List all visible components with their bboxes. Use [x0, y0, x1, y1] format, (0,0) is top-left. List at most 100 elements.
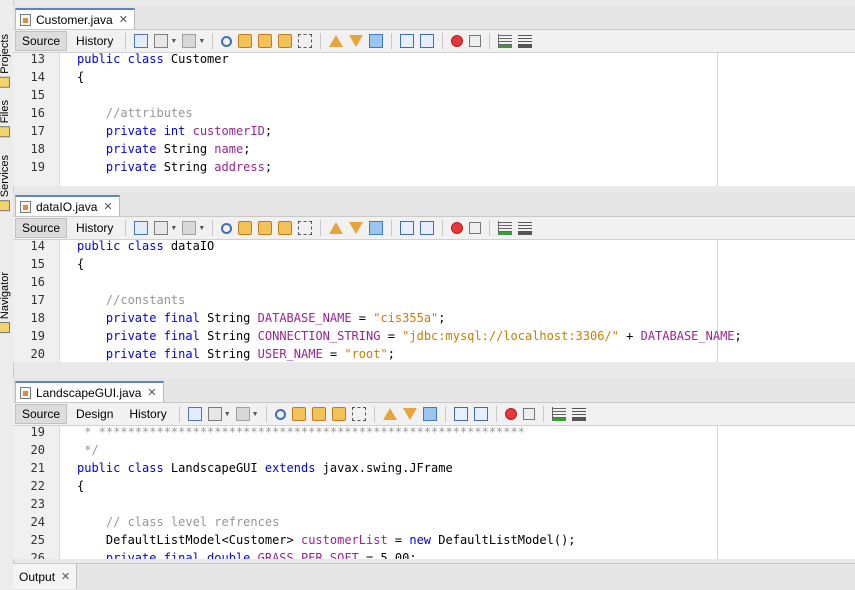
code-token: private final double [105, 551, 258, 559]
next-bookmark-icon[interactable] [349, 35, 364, 47]
toggle-highlight-icon[interactable] [331, 407, 346, 421]
back-icon[interactable] [134, 34, 149, 48]
start-macro-icon[interactable] [451, 35, 464, 47]
dropdown-arrow-icon[interactable]: ▼ [252, 411, 259, 418]
sidebar-tab-files[interactable]: Files [0, 100, 11, 138]
editor-toolbar: Source History ▼ ▼ [13, 30, 855, 53]
find-previous-icon[interactable] [238, 221, 253, 235]
find-icon[interactable] [221, 222, 233, 234]
comment-icon[interactable] [551, 407, 566, 421]
next-bookmark-icon[interactable] [349, 222, 364, 234]
code-text: public class LandscapeGUI extends javax.… [77, 459, 453, 477]
select-rectangle-icon[interactable] [298, 34, 313, 48]
uncomment-icon[interactable] [518, 34, 533, 48]
start-macro-icon[interactable] [504, 408, 517, 420]
line-number: 18 [30, 311, 45, 325]
toolbar-tab-source[interactable]: Source [15, 404, 68, 424]
toolbar-tab-history[interactable]: History [69, 31, 120, 51]
shift-right-icon[interactable] [420, 34, 435, 48]
back-icon[interactable] [134, 221, 149, 235]
dropdown-arrow-icon[interactable]: ▼ [170, 225, 177, 232]
find-next-icon[interactable] [311, 407, 326, 421]
line-number: 25 [30, 533, 45, 547]
select-rectangle-icon[interactable] [351, 407, 366, 421]
find-previous-icon[interactable] [238, 34, 253, 48]
java-file-icon [20, 200, 31, 213]
toggle-highlight-icon[interactable] [278, 34, 293, 48]
toggle-bookmark-icon[interactable] [422, 407, 437, 421]
line-number: 17 [30, 124, 45, 138]
line-number: 16 [30, 275, 45, 289]
last-edit-icon[interactable] [207, 407, 222, 421]
dropdown-arrow-icon[interactable]: ▼ [170, 38, 177, 45]
stop-macro-icon[interactable] [522, 408, 535, 420]
toggle-bookmark-icon[interactable] [369, 34, 384, 48]
find-icon[interactable] [221, 35, 233, 47]
shift-right-icon[interactable] [473, 407, 488, 421]
close-icon[interactable]: ✕ [119, 13, 128, 26]
sidebar-tab-projects[interactable]: Projects [0, 34, 11, 88]
toggle-highlight-icon[interactable] [278, 221, 293, 235]
sidebar-tab-services[interactable]: Services [0, 155, 11, 212]
toolbar-tab-history[interactable]: History [122, 404, 173, 424]
shift-left-icon[interactable] [400, 221, 415, 235]
shift-left-icon[interactable] [400, 34, 415, 48]
comment-icon[interactable] [498, 34, 513, 48]
find-previous-icon[interactable] [291, 407, 306, 421]
shift-left-icon[interactable] [453, 407, 468, 421]
code-editor[interactable]: 19 * ***********************************… [13, 426, 855, 559]
code-token: * **************************************… [77, 426, 525, 439]
code-text: */ [77, 441, 98, 459]
select-rectangle-icon[interactable] [298, 221, 313, 235]
toggle-bookmark-icon[interactable] [369, 221, 384, 235]
last-edit-icon[interactable] [154, 221, 169, 235]
output-tab[interactable]: Output ✕ [13, 564, 78, 589]
uncomment-icon[interactable] [571, 407, 586, 421]
forward-icon[interactable] [182, 34, 197, 48]
line-number: 19 [30, 160, 45, 174]
close-icon[interactable]: ✕ [61, 570, 70, 583]
previous-bookmark-icon[interactable] [329, 222, 344, 234]
code-line: 19 private final String CONNECTION_STRIN… [13, 327, 855, 345]
previous-bookmark-icon[interactable] [382, 408, 397, 420]
dropdown-arrow-icon[interactable]: ▼ [198, 38, 205, 45]
find-next-icon[interactable] [258, 34, 273, 48]
start-macro-icon[interactable] [451, 222, 464, 234]
forward-icon[interactable] [182, 221, 197, 235]
code-token: DATABASE_NAME [640, 329, 735, 343]
line-number: 23 [30, 497, 45, 511]
stop-macro-icon[interactable] [469, 222, 482, 234]
dropdown-arrow-icon[interactable]: ▼ [198, 225, 205, 232]
close-icon[interactable]: ✕ [147, 386, 156, 399]
stop-macro-icon[interactable] [469, 35, 482, 47]
close-icon[interactable]: ✕ [103, 200, 112, 213]
code-editor[interactable]: 13 public class Customer 14 {15 16 //attribu… [13, 53, 855, 186]
code-editor[interactable]: 14 public class dataIO 15 {16 17 //constants… [13, 240, 855, 362]
file-tab[interactable]: dataIO.java ✕ [15, 195, 120, 216]
uncomment-icon[interactable] [518, 221, 533, 235]
file-tab[interactable]: Customer.java ✕ [15, 8, 135, 29]
toolbar-tab-history[interactable]: History [69, 218, 120, 238]
find-next-icon[interactable] [258, 221, 273, 235]
shift-right-icon[interactable] [420, 221, 435, 235]
toolbar-tab-design[interactable]: Design [69, 404, 120, 424]
comment-icon[interactable] [498, 221, 513, 235]
code-lines: 14 public class dataIO 15 {16 17 //constants… [13, 240, 855, 362]
find-icon[interactable] [274, 408, 286, 420]
toolbar-tab-source[interactable]: Source [15, 218, 68, 238]
previous-bookmark-icon[interactable] [329, 35, 344, 47]
toolbar-tab-source[interactable]: Source [15, 31, 68, 51]
back-icon[interactable] [187, 407, 202, 421]
last-edit-icon[interactable] [154, 34, 169, 48]
code-line: 20 */ [13, 441, 855, 459]
next-bookmark-icon[interactable] [402, 408, 417, 420]
code-token: private [105, 160, 164, 174]
file-tab[interactable]: LandscapeGUI.java ✕ [15, 381, 164, 402]
code-line: 19 * ***********************************… [13, 426, 855, 441]
sidebar-tab-navigator[interactable]: Navigator [0, 272, 11, 334]
code-text: private String address; [77, 158, 272, 176]
dropdown-arrow-icon[interactable]: ▼ [224, 411, 231, 418]
code-text: private int customerID; [77, 122, 272, 140]
forward-icon[interactable] [235, 407, 250, 421]
